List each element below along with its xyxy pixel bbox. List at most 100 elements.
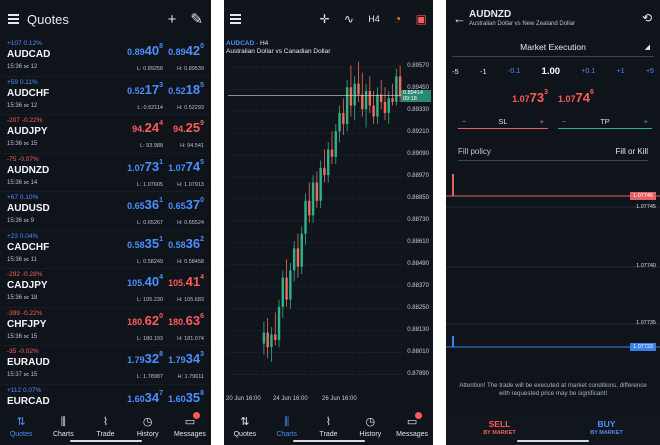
order-screen: ← AUDNZD Australian Dollar vs New Zealan… [446,0,660,445]
take-profit-field[interactable]: − TP + [558,114,652,129]
quote-low: L: 1.78987 [137,374,163,380]
notification-badge [193,411,201,419]
candle-body [349,87,353,106]
price-chart[interactable]: AUDCAD · H4 Australian Dollar vs Canadia… [224,38,433,402]
notification-badge [415,411,423,419]
home-indicator [292,440,365,442]
volume-minus-0-1[interactable]: -0.1 [508,68,520,75]
tick-chart: 1.07746 1.07745 1.07740 1.07735 1.07733 [446,170,660,375]
tab-quotes[interactable]: ⇅ Quotes [224,407,266,445]
volume-value[interactable]: 1.00 [542,66,561,77]
volume-plus-5[interactable]: +5 [646,68,654,75]
candle-body [368,90,372,106]
quotes-icon: ⇅ [16,415,26,428]
bottom-tab-bar: ⇅ Quotes ⫼ Charts ⌇ Trade ◷ History ▭ Message… [224,407,433,445]
candle-body [372,105,375,117]
ask-price: 105.414 [168,274,204,289]
y-tick: 0.88730 [407,216,429,223]
quote-change: -292 -0.28% [7,271,43,278]
quote-high: H: 1.07913 [177,181,204,188]
quote-change: +67 0.10% [7,194,39,201]
add-symbol-icon[interactable]: + [168,11,177,28]
quote-row[interactable]: -399 -0.22% CHFJPY 15:36 ⟗ 15 180.620 180.63… [0,308,211,346]
history-icon: ◷ [142,415,153,428]
quote-high: H: 0.52293 [177,104,204,111]
buy-price: 1.07746 [558,89,594,105]
ask-price: 0.52185 [168,81,204,97]
quote-change: +23 0.04% [7,232,39,240]
quote-high: H: 0.89539 [177,66,204,72]
quote-row[interactable]: -207 -0.22% AUDJPY 15:36 ⟗ 15 94.244 94.259 L… [0,115,211,154]
y-tick: 0.87890 [407,370,429,377]
quote-change: -35 -0.02% [7,348,39,355]
bid-price: 0.89408 [127,43,163,58]
ask-price: 1.60358 [168,389,204,405]
candle-body [274,334,277,340]
bid-price: 0.58351 [127,235,163,251]
candle-body [327,149,330,176]
order-type-select[interactable]: Market Execution ◢ [452,42,654,57]
candle-body [266,332,269,348]
candle-body [330,149,334,157]
menu-icon[interactable] [230,14,241,24]
back-arrow-icon[interactable]: ← [453,11,466,26]
quote-time: 15:36 ⟗ 15 [7,333,38,340]
quote-symbol: EURCAD [7,395,50,407]
y-tick: 0.89090 [407,151,429,158]
market-warning: Attention! The trade will be executed at… [459,382,647,397]
candle-body [361,94,364,110]
quote-row[interactable]: -75 -0.07% AUDNZD 15:36 ⟗ 14 1.07731 1.07745… [0,154,211,192]
order-symbol: AUDNZD [469,9,512,20]
crosshair-icon[interactable]: ✛ [320,12,330,26]
indicators-icon[interactable]: ∿ [344,12,354,26]
candle-body [289,270,292,300]
bid-price: 1.07731 [127,158,163,174]
quote-high: H: 94.541 [180,143,204,149]
quote-row[interactable]: +23 0.04% CADCHF 15:36 ⟗ 11 0.58351 0.58362 L… [0,231,211,269]
fill-policy-select[interactable]: Fill policy Fill or Kill [458,147,648,161]
volume-minus-5[interactable]: -5 [452,67,459,76]
candle-body [285,277,288,300]
tab-quotes[interactable]: ⇅ Quotes [0,407,42,445]
trade-icon[interactable]: ▣ [416,12,427,26]
candle-body [383,101,387,113]
candle-body [342,112,345,124]
volume-minus-1[interactable]: -1 [480,67,487,76]
color-palette-icon[interactable]: ◔ [394,12,401,26]
sl-plus-button[interactable]: + [540,117,544,126]
candle-body [296,248,300,267]
volume-plus-1[interactable]: +1 [617,68,625,75]
sl-minus-button[interactable]: − [462,117,466,126]
edit-icon[interactable]: ✎ [190,10,203,28]
quote-row[interactable]: -292 -0.28% CADJPY 15:36 ⟗ 18 105.404 105.41… [0,269,211,308]
bid-price: 1.79328 [127,351,163,366]
quote-symbol: AUDNZD [7,164,50,176]
tab-messages[interactable]: ▭ Messages [391,407,433,445]
quote-row[interactable]: -35 -0.02% EURAUD 15:37 ⟗ 15 1.79328 1.79343… [0,346,211,385]
messages-icon: ▭ [185,411,201,429]
fill-policy-label: Fill policy [458,147,491,156]
candle-body [319,167,322,201]
quote-low: L: 93.988 [140,143,163,149]
tp-label: TP [600,116,610,126]
messages-icon: ▭ [407,411,423,429]
home-indicator [69,440,142,442]
candle-body [262,332,266,344]
quote-symbol: AUDCAD [7,49,51,60]
volume-plus-0-1[interactable]: +0.1 [581,68,595,75]
menu-icon[interactable] [8,14,19,24]
quote-row[interactable]: +107 0.12% AUDCAD 15:36 ⟗ 12 0.89408 0.89420… [0,38,211,77]
quote-low: L: 1.07605 [137,181,163,188]
candle-body [334,131,337,157]
quote-row[interactable]: +59 0.11% AUDCHF 15:36 ⟗ 12 0.52173 0.52185 L… [0,77,211,115]
swap-icon[interactable]: ⟲ [642,11,652,25]
quote-time: 15:36 ⟗ 14 [7,179,38,186]
order-header: ← AUDNZD Australian Dollar vs New Zealan… [446,0,660,38]
timeframe-button[interactable]: H4 [368,14,380,24]
tp-minus-button[interactable]: − [562,117,566,126]
tab-messages[interactable]: ▭ Messages [169,407,211,445]
candle-body [292,248,296,271]
stop-loss-field[interactable]: − SL + [458,114,548,129]
quote-row[interactable]: +67 0.10% AUDUSD 15:36 ⟗ 9 0.65361 0.65370 L:… [0,192,211,231]
tp-plus-button[interactable]: + [644,117,648,126]
